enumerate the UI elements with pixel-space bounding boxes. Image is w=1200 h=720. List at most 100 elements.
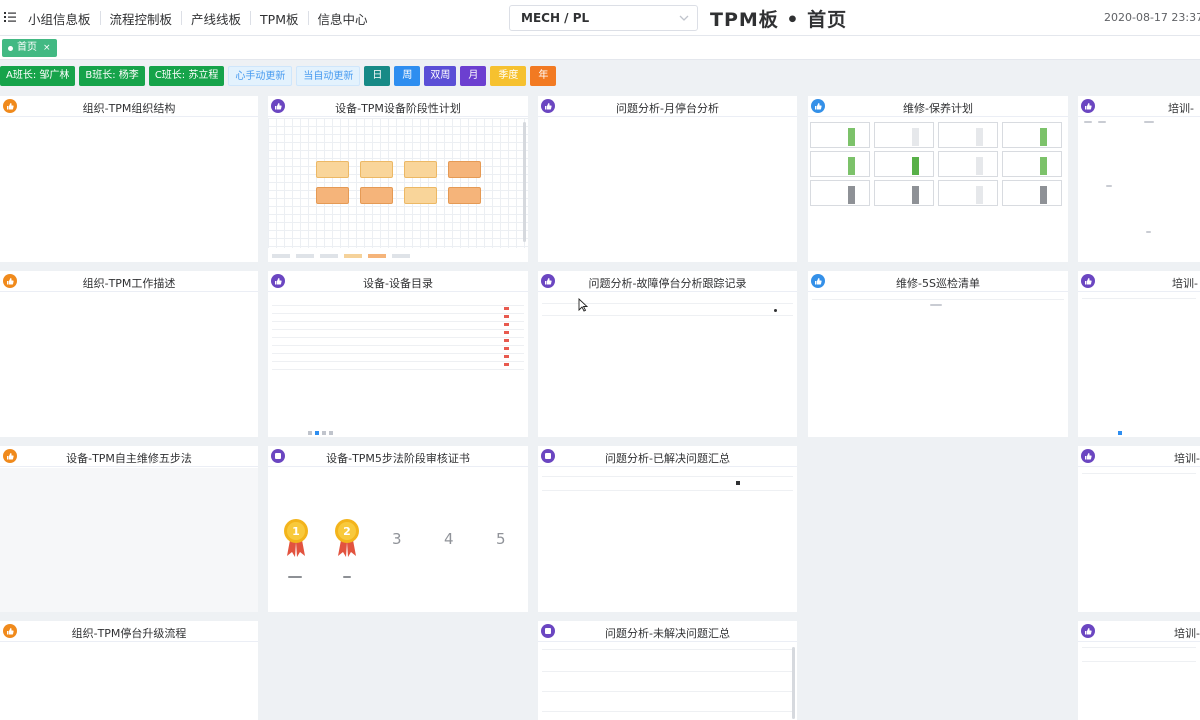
close-icon[interactable]: × <box>43 39 51 57</box>
auto-refresh-button[interactable]: 当自动更新 <box>296 66 361 86</box>
table-row <box>272 305 524 306</box>
svg-text:1: 1 <box>292 525 300 538</box>
maintenance-calendar-grid <box>808 118 1068 262</box>
calendar-month <box>938 122 998 148</box>
scrollbar[interactable] <box>792 647 795 719</box>
panel-header: 设备-TPM5步法阶段审核证书 <box>268 446 528 467</box>
stage-box <box>316 161 349 178</box>
stage-box <box>360 161 393 178</box>
manual-refresh-button[interactable]: 心手动更新 <box>228 66 293 86</box>
calendar-month <box>810 180 870 206</box>
unresolved-issues-table <box>538 643 797 720</box>
downtime-table <box>538 293 797 437</box>
panel-escalation-process[interactable]: 组织-TPM停台升级流程 <box>0 621 258 720</box>
panel-training-3[interactable]: 培训- <box>1078 446 1200 612</box>
panel-title: 问题分析-已解决问题汇总 <box>605 452 730 465</box>
stage-box <box>404 187 437 204</box>
board-toolbar: A班长: 邹广林 B班长: 杨李 C班长: 苏立程 心手动更新 当自动更新 日 … <box>0 66 557 88</box>
table-row <box>542 711 793 712</box>
shift-a-leader-button[interactable]: A班长: 邹广林 <box>0 66 76 86</box>
period-month-button[interactable]: 月 <box>460 66 487 86</box>
calendar-month <box>1002 180 1062 206</box>
table-row <box>272 313 524 314</box>
thumbs-up-icon <box>1081 624 1095 638</box>
period-day-button[interactable]: 日 <box>364 66 391 86</box>
tags-view-bar: 首页 × <box>0 36 1200 60</box>
period-biweek-button[interactable]: 双周 <box>424 66 457 86</box>
panel-header: 培训- <box>1078 446 1200 467</box>
panel-org-structure[interactable]: 组织-TPM组织结构 <box>0 96 258 262</box>
panel-downtime-tracking[interactable]: 问题分析-故障停台分析跟踪记录 <box>538 271 797 437</box>
menu-fold-icon[interactable] <box>4 11 16 23</box>
period-year-button[interactable]: 年 <box>530 66 557 86</box>
panel-5s-checklist[interactable]: 维修-5S巡检清单 <box>808 271 1068 437</box>
panel-title: 设备-设备目录 <box>363 277 433 290</box>
panel-training-1[interactable]: 培训- <box>1078 96 1200 262</box>
panel-header: 问题分析-未解决问题汇总 <box>538 621 797 642</box>
panel-title: 维修-保养计划 <box>903 102 973 115</box>
pagination[interactable] <box>308 431 348 436</box>
table-row <box>542 476 793 477</box>
step-4-label: 4 <box>444 530 454 548</box>
department-select[interactable]: MECH / PL <box>509 5 698 31</box>
table-row <box>272 369 524 370</box>
table-row <box>272 345 524 346</box>
training-table <box>1078 468 1200 612</box>
panel-header: 维修-5S巡检清单 <box>808 271 1068 292</box>
shift-c-leader-button[interactable]: C班长: 苏立程 <box>148 66 225 86</box>
diagram-legend <box>272 254 472 259</box>
table-row <box>1082 661 1196 662</box>
thumbs-up-icon <box>1081 274 1095 288</box>
panel-header: 设备-TPM自主维修五步法 <box>0 446 258 467</box>
panel-title: 设备-TPM自主维修五步法 <box>66 452 192 465</box>
panel-audit-certificate[interactable]: 设备-TPM5步法阶段审核证书 1 2 3 4 5 <box>268 446 528 612</box>
stage-box <box>360 187 393 204</box>
status-badge <box>504 307 509 369</box>
period-quarter-button[interactable]: 季度 <box>490 66 527 86</box>
panel-work-description[interactable]: 组织-TPM工作描述 <box>0 271 258 437</box>
nav-item-info-center[interactable]: 信息中心 <box>309 9 377 28</box>
panel-equipment-catalog[interactable]: 设备-设备目录 <box>268 271 528 437</box>
department-select-value: MECH / PL <box>521 11 590 25</box>
tag-home[interactable]: 首页 × <box>2 39 57 57</box>
panel-unresolved-issues[interactable]: 问题分析-未解决问题汇总 <box>538 621 797 720</box>
shift-b-leader-button[interactable]: B班长: 杨李 <box>79 66 145 86</box>
active-dot-icon <box>8 45 13 51</box>
table-row <box>542 315 793 316</box>
stage-box <box>404 161 437 178</box>
panel-equipment-stage-plan[interactable]: 设备-TPM设备阶段性计划 <box>268 96 528 262</box>
thumbs-up-icon <box>1081 99 1095 113</box>
nav-item-production-line[interactable]: 产线线板 <box>182 9 250 28</box>
nav-item-process-control[interactable]: 流程控制板 <box>101 9 182 28</box>
panel-title: 问题分析-故障停台分析跟踪记录 <box>588 277 747 290</box>
panel-five-step-method[interactable]: 设备-TPM自主维修五步法 <box>0 446 258 612</box>
resolved-issues-table <box>538 468 797 612</box>
panel-monthly-downtime-analysis[interactable]: 问题分析-月停台分析 <box>538 96 797 262</box>
medal-caption <box>343 576 351 578</box>
panel-title: 培训- <box>1172 277 1198 290</box>
stage-box <box>448 161 481 178</box>
panel-training-2[interactable]: 培训- <box>1078 271 1200 437</box>
panel-title: 培训- <box>1174 452 1200 465</box>
panel-title: 培训- <box>1168 102 1194 115</box>
nav-item-team-info[interactable]: 小组信息板 <box>26 9 100 28</box>
status-dot <box>774 309 777 312</box>
period-week-button[interactable]: 周 <box>394 66 421 86</box>
panel-resolved-issues[interactable]: 问题分析-已解决问题汇总 <box>538 446 797 612</box>
panel-title: 问题分析-月停台分析 <box>616 102 719 115</box>
table-row <box>542 490 793 491</box>
nav-item-tpm[interactable]: TPM板 <box>251 9 307 28</box>
stage-box <box>448 187 481 204</box>
panel-header: 设备-设备目录 <box>268 271 528 292</box>
pagination[interactable] <box>1118 431 1122 435</box>
gold-medal-icon: 2 <box>335 519 359 557</box>
scrollbar[interactable] <box>523 122 526 242</box>
equipment-table <box>268 293 528 437</box>
panel-maintenance-plan[interactable]: 维修-保养计划 <box>808 96 1068 262</box>
top-navbar: 小组信息板 流程控制板 产线线板 TPM板 信息中心 MECH / PL TPM… <box>0 0 1200 36</box>
panel-training-4[interactable]: 培训- <box>1078 621 1200 720</box>
table-row <box>272 353 524 354</box>
status-dot <box>736 481 740 485</box>
training-table <box>1078 643 1200 720</box>
diagram-grid <box>268 118 528 248</box>
